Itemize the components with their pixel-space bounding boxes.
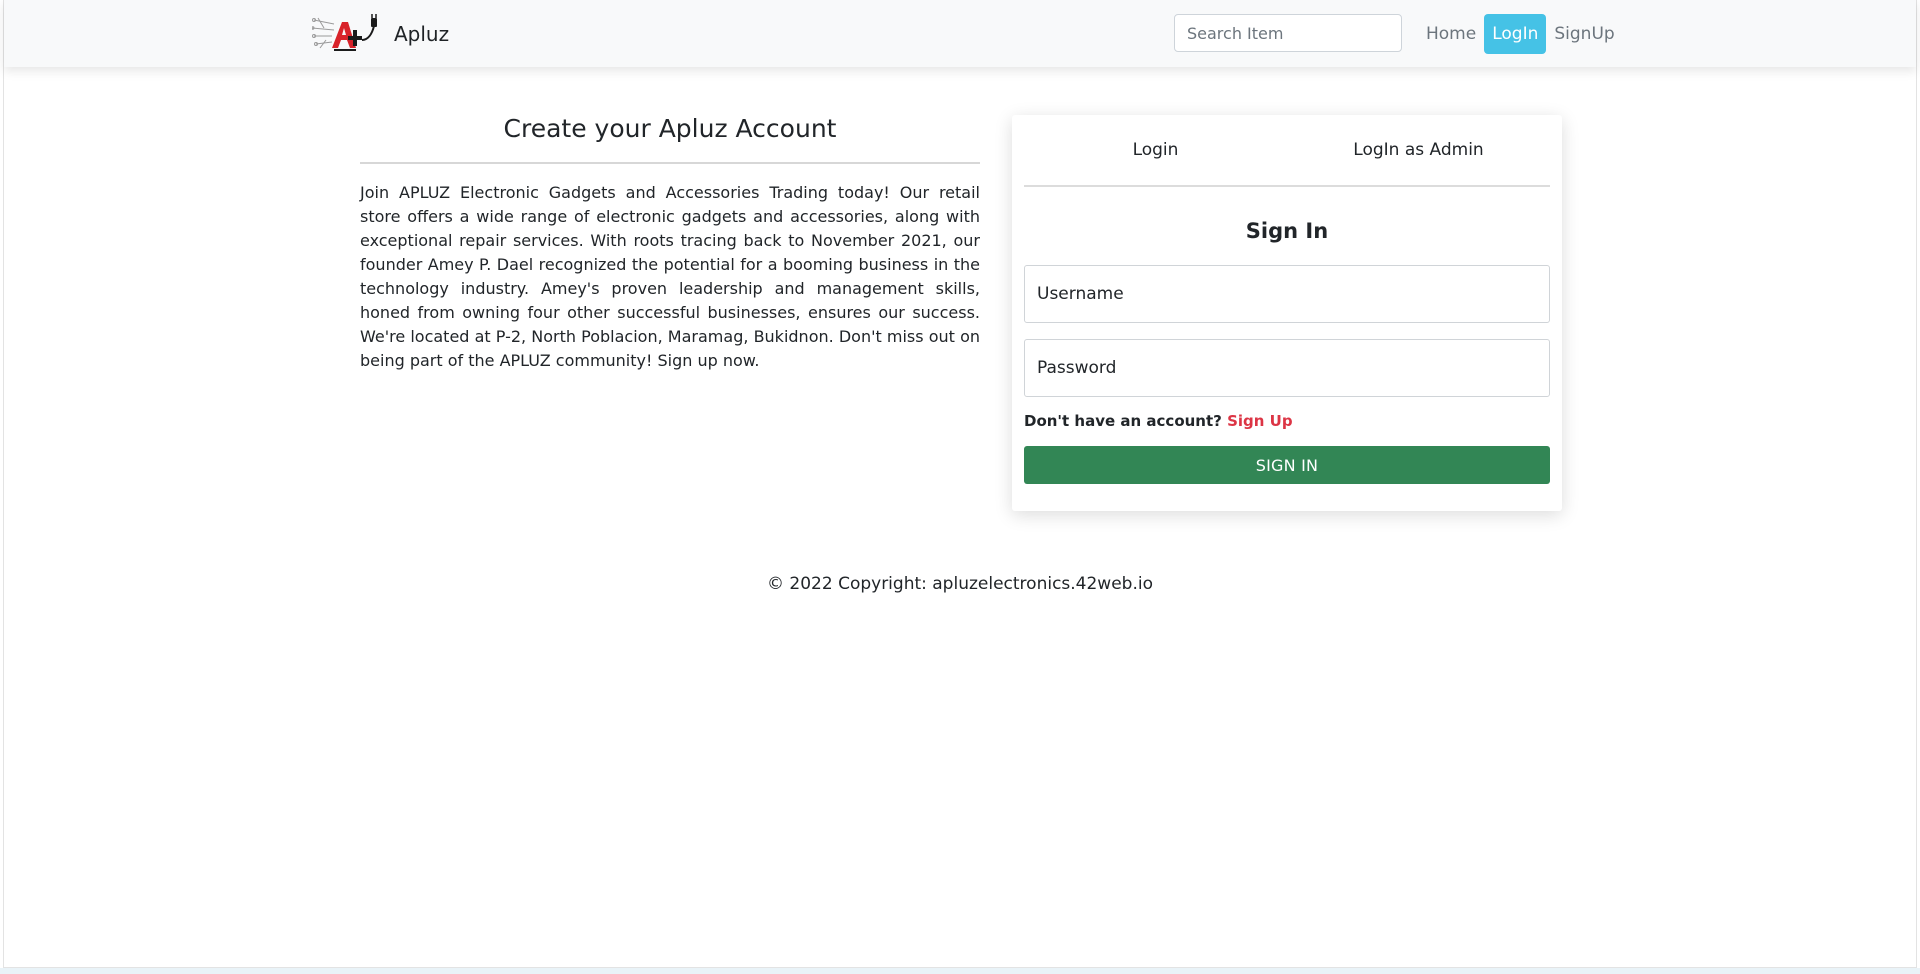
login-card: Login LogIn as Admin Sign In Don't have … xyxy=(1012,115,1562,511)
signup-link[interactable]: Sign Up xyxy=(1227,412,1293,430)
intro-section: Create your Apluz Account Join APLUZ Ele… xyxy=(360,112,980,373)
nav-links: Home LogIn SignUp xyxy=(1418,14,1623,54)
login-tabs: Login LogIn as Admin xyxy=(1024,115,1550,187)
password-field[interactable] xyxy=(1024,339,1550,397)
nav-link-signup[interactable]: SignUp xyxy=(1546,14,1622,54)
sign-in-title: Sign In xyxy=(1245,219,1329,243)
tab-login-as-admin[interactable]: LogIn as Admin xyxy=(1287,115,1550,185)
nav-link-home[interactable]: Home xyxy=(1418,14,1484,54)
nav-link-login[interactable]: LogIn xyxy=(1484,14,1547,54)
signup-prompt: Don't have an account? Sign Up xyxy=(1024,412,1550,430)
sign-in-button[interactable]: SIGN IN xyxy=(1024,446,1550,484)
footer-copyright: © 2022 Copyright: apluzelectronics.42web… xyxy=(767,574,1153,594)
intro-body: Join APLUZ Electronic Gadgets and Access… xyxy=(360,183,980,370)
no-account-text: Don't have an account? xyxy=(1024,412,1228,430)
brand-link[interactable]: Apluz xyxy=(312,14,449,54)
bottom-strip xyxy=(0,968,1920,974)
tab-login[interactable]: Login xyxy=(1024,115,1287,185)
brand-name: Apluz xyxy=(394,22,450,46)
intro-title: Create your Apluz Account xyxy=(503,114,837,143)
search-input[interactable] xyxy=(1174,14,1402,52)
intro-divider xyxy=(360,162,980,164)
username-field[interactable] xyxy=(1024,265,1550,323)
apluz-logo-icon xyxy=(312,14,377,51)
top-navbar: Apluz Home LogIn SignUp xyxy=(4,0,1916,67)
